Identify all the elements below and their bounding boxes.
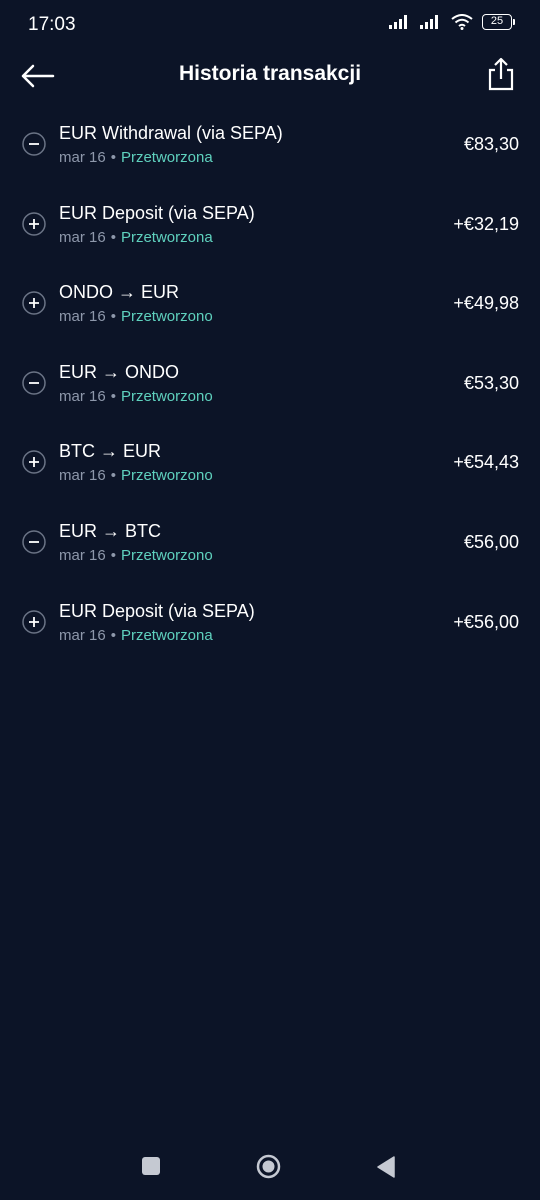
- transaction-meta: mar 16 • Przetworzono: [59, 308, 213, 325]
- transaction-meta: mar 16 • Przetworzono: [59, 467, 213, 484]
- transaction-title: ONDO → EUR: [59, 282, 180, 303]
- transaction-date: mar 16: [59, 546, 106, 564]
- system-nav-bar: [0, 1130, 540, 1200]
- transaction-title: EUR Deposit (via SEPA): [59, 202, 255, 223]
- plus-circle-icon: [22, 291, 46, 315]
- transaction-status: Przetworzono: [120, 467, 213, 485]
- transaction-amount: +€56,00: [453, 611, 519, 632]
- transaction-date: mar 16: [59, 467, 106, 485]
- separator-dot: •: [110, 149, 116, 166]
- transaction-row[interactable]: ONDO → EUR mar 16 • Przetworzono +€49,98: [0, 263, 540, 343]
- status-bar: 17:03 25: [0, 0, 540, 52]
- transaction-amount: +€32,19: [453, 213, 519, 234]
- transaction-meta: mar 16 • Przetworzono: [59, 547, 213, 564]
- separator-dot: •: [110, 546, 116, 564]
- transaction-amount: €56,00: [463, 531, 519, 552]
- transaction-amount: €83,30: [463, 134, 519, 154]
- minus-circle-icon: [22, 132, 46, 156]
- transaction-date: mar 16: [59, 387, 106, 405]
- circle-icon[interactable]: [256, 1154, 281, 1179]
- transaction-meta: mar 16 • Przetworzona: [59, 149, 213, 166]
- page-title: Historia transakcji: [178, 62, 362, 85]
- transaction-status: Przetworzono: [120, 308, 213, 326]
- share-icon: [488, 57, 514, 91]
- app-header: Historia transakcji: [0, 52, 540, 100]
- square-icon[interactable]: [142, 1157, 160, 1175]
- transaction-date: mar 16: [59, 626, 106, 644]
- transaction-status: Przetworzona: [120, 228, 213, 246]
- transaction-title: BTC → EUR: [59, 441, 162, 462]
- transaction-meta: mar 16 • Przetworzona: [59, 627, 213, 644]
- transaction-title: EUR → BTC: [59, 520, 162, 541]
- signal-icon: [389, 15, 407, 29]
- transaction-status: Przetworzono: [120, 546, 213, 564]
- plus-circle-icon: [22, 450, 46, 475]
- separator-dot: •: [110, 626, 116, 644]
- plus-circle-icon: [22, 609, 46, 634]
- separator-dot: •: [110, 387, 116, 405]
- transaction-title: EUR → ONDO: [59, 361, 180, 382]
- transaction-date: mar 16: [59, 308, 106, 326]
- separator-dot: •: [110, 228, 116, 246]
- plus-circle-icon: [22, 211, 46, 236]
- triangle-back-icon[interactable]: [376, 1156, 396, 1178]
- transaction-row[interactable]: EUR Deposit (via SEPA) mar 16 • Przetworzo…: [0, 582, 540, 662]
- transaction-row[interactable]: EUR Deposit (via SEPA) mar 16 • Przetworzo…: [0, 184, 540, 264]
- transaction-date: mar 16: [59, 149, 106, 166]
- separator-dot: •: [110, 308, 116, 326]
- wifi-icon: [451, 14, 473, 30]
- transaction-title: EUR Withdrawal (via SEPA): [59, 123, 283, 143]
- transaction-row[interactable]: BTC → EUR mar 16 • Przetworzono +€54,43: [0, 422, 540, 502]
- signal-icon: [420, 15, 438, 29]
- transaction-amount: +€49,98: [453, 293, 519, 314]
- transaction-row[interactable]: EUR Withdrawal (via SEPA) mar 16 • Przetwo…: [0, 104, 540, 184]
- transaction-list: EUR Withdrawal (via SEPA) mar 16 • Przetwo…: [0, 104, 540, 661]
- transaction-status: Przetworzona: [120, 626, 213, 644]
- battery-icon: 25: [482, 14, 515, 30]
- transaction-row[interactable]: EUR → BTC mar 16 • Przetworzono €56,00: [0, 502, 540, 582]
- share-button[interactable]: [484, 56, 518, 92]
- transaction-title: EUR Deposit (via SEPA): [59, 600, 255, 621]
- minus-circle-icon: [22, 371, 46, 395]
- transaction-status: Przetworzono: [120, 387, 213, 405]
- status-icons: 25: [389, 14, 515, 30]
- minus-circle-icon: [22, 530, 46, 554]
- transaction-meta: mar 16 • Przetworzona: [59, 229, 213, 246]
- transaction-date: mar 16: [59, 228, 106, 246]
- transaction-status: Przetworzona: [120, 149, 213, 166]
- status-time: 17:03: [28, 14, 76, 35]
- transaction-meta: mar 16 • Przetworzono: [59, 388, 213, 405]
- separator-dot: •: [110, 467, 116, 485]
- transaction-amount: €53,30: [463, 372, 519, 393]
- transaction-row[interactable]: EUR → ONDO mar 16 • Przetworzono €53,30: [0, 343, 540, 423]
- transaction-amount: +€54,43: [453, 452, 519, 473]
